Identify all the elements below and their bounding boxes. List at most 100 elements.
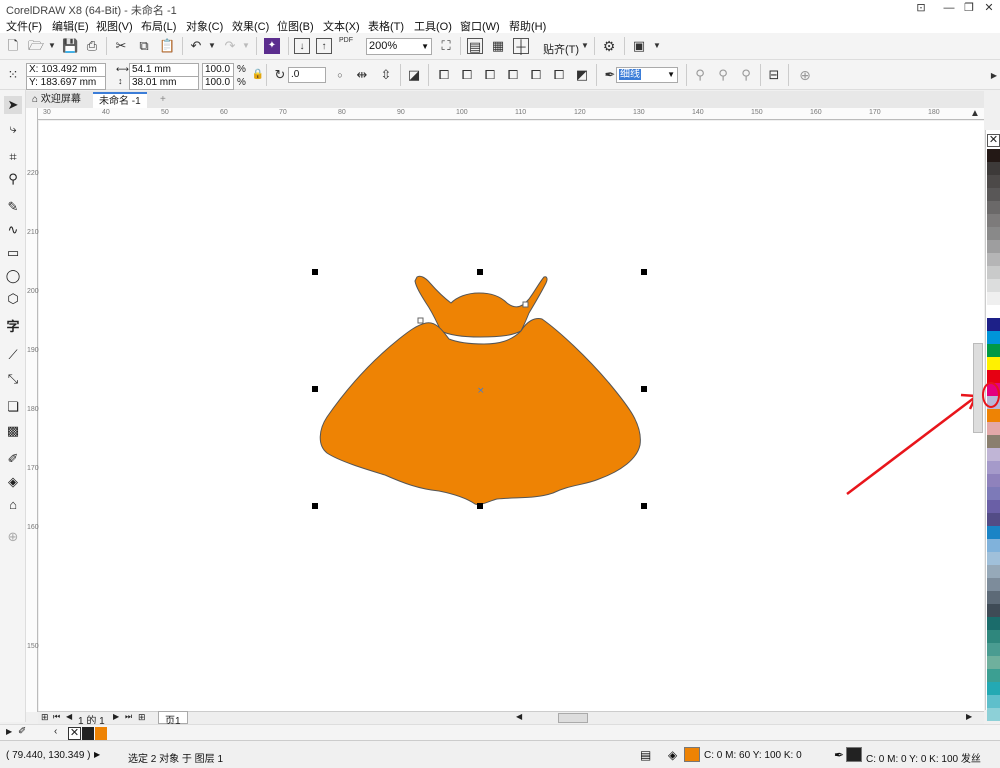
intersect-icon[interactable]: ⧠ [482,67,498,83]
outline-pen-icon[interactable]: ✒ [834,748,844,762]
palette-swatch[interactable] [987,331,1000,344]
palette-swatch[interactable] [987,695,1000,708]
palette-swatch[interactable] [987,669,1000,682]
transparency-tool-icon[interactable]: ▩ [4,422,22,440]
palette-swatch[interactable] [987,591,1000,604]
back-minus-front-icon[interactable]: ⧠ [551,67,567,83]
palette-swatch[interactable] [987,227,1000,240]
show-rulers-icon[interactable]: ▤ [467,38,483,54]
palette-swatch[interactable] [987,422,1000,435]
palette-swatch[interactable] [987,409,1000,422]
simplify-icon[interactable]: ⧠ [505,67,521,83]
palette-swatch[interactable] [987,643,1000,656]
menu-bitmaps[interactable]: 位图(B) [277,18,314,34]
palette-swatch[interactable] [987,149,1000,162]
import-icon[interactable]: ↓ [294,38,310,54]
palette-swatch[interactable] [987,656,1000,669]
eyedropper-icon[interactable]: ✐ [18,726,26,737]
palette-swatch[interactable] [987,630,1000,643]
show-grid-icon[interactable]: ▦ [490,38,506,54]
user-icon[interactable]: ⊡ [908,0,934,17]
to-back-icon[interactable]: ⚲ [738,67,754,83]
vertical-ruler[interactable]: 220 210 200 190 180 170 160 150 [26,108,39,712]
node-handle[interactable] [522,301,529,308]
status-arrow-icon[interactable]: ▶ [94,750,100,759]
weld-icon[interactable]: ⧠ [436,67,452,83]
combine-icon[interactable]: ◪ [406,67,422,83]
connector-tool-icon[interactable]: ⤡ [4,370,22,388]
outline-width-select[interactable]: 细线 ▼ [616,67,678,83]
add-page-after-icon[interactable]: ⊞ [138,712,146,723]
menu-table[interactable]: 表格(T) [368,18,404,34]
lock-ratio-icon[interactable]: 🔒 [250,67,266,83]
interactive-fill-tool-icon[interactable]: ◈ [4,473,22,491]
eyedropper-tool-icon[interactable]: ✐ [4,450,22,468]
new-document-icon[interactable]: 🗋 [5,38,21,54]
no-color-icon[interactable]: ✕ [987,134,1000,147]
doc-no-color-swatch[interactable]: ✕ [68,727,81,740]
selection-handle-tc[interactable] [477,269,483,275]
mirror-horizontal-icon[interactable]: ⇹ [354,67,370,83]
object-origin-icon[interactable]: ⁙ [5,67,21,83]
selection-handle-mr[interactable] [641,386,647,392]
menu-edit[interactable]: 编辑(E) [52,18,89,34]
undo-icon[interactable]: ↶ [188,38,204,54]
zoom-level-select[interactable]: 200% ▼ [366,38,432,55]
vertical-scrollbar-thumb[interactable] [973,343,983,433]
front-minus-back-icon[interactable]: ⧠ [528,67,544,83]
tab-document[interactable]: 未命名 -1 [93,92,147,108]
doc-swatch-orange[interactable] [95,727,107,740]
copy-icon[interactable]: ⧉ [136,38,152,54]
palette-swatch[interactable] [987,500,1000,513]
wrap-text-icon[interactable]: ⚲ [692,67,708,83]
palette-arrow-icon[interactable]: ▶ [6,727,12,736]
next-page-icon[interactable]: ▶ [113,712,119,721]
width-field[interactable]: 54.1 mm [129,63,199,77]
color-proof-icon[interactable]: ▤ [640,748,651,762]
palette-swatch[interactable] [987,448,1000,461]
redo-dropdown-icon[interactable]: ▼ [238,38,254,54]
center-marker-icon[interactable]: × [477,386,485,396]
paste-icon[interactable]: 📋 [159,38,175,54]
open-dropdown-icon[interactable]: ▼ [44,38,60,54]
palette-swatch[interactable] [987,487,1000,500]
rectangle-tool-icon[interactable]: ▭ [4,244,22,262]
palette-swatch[interactable] [987,214,1000,227]
smart-fill-tool-icon[interactable]: ⌂ [4,496,22,514]
options-gear-icon[interactable]: ⚙ [601,38,617,54]
palette-swatch[interactable] [987,162,1000,175]
palette-swatch[interactable] [987,617,1000,630]
menu-tools[interactable]: 工具(O) [414,18,452,34]
palette-swatch[interactable] [987,344,1000,357]
close-button[interactable]: ✕ [976,0,1000,17]
add-icon[interactable]: ⊕ [797,67,813,83]
trim-icon[interactable]: ⧠ [459,67,475,83]
palette-swatch[interactable] [987,539,1000,552]
palette-swatch[interactable] [987,279,1000,292]
page-tab[interactable]: 页1 [158,711,188,727]
palette-swatch[interactable] [987,253,1000,266]
new-tab-icon[interactable]: + [154,92,172,108]
selection-handle-ml[interactable] [312,386,318,392]
pick-tool-icon[interactable]: ➤ [4,96,22,114]
scroll-right-icon[interactable]: ▶ [986,68,1000,84]
text-tool-icon[interactable]: 字 [4,318,22,336]
menu-window[interactable]: 窗口(W) [460,18,500,34]
last-page-icon[interactable]: ⏭ [125,712,132,722]
menu-help[interactable]: 帮助(H) [509,18,546,34]
palette-swatch[interactable] [987,461,1000,474]
palette-swatch[interactable] [987,357,1000,370]
palette-swatch[interactable] [987,474,1000,487]
fill-color-swatch[interactable] [684,747,700,762]
palette-swatch[interactable] [987,435,1000,448]
mirror-vertical-icon[interactable]: ⇳ [378,67,394,83]
selection-handle-bc[interactable] [477,503,483,509]
palette-swatch[interactable] [987,552,1000,565]
publish-pdf-icon[interactable]: PDF [338,37,354,53]
rotation-icon[interactable]: ↻ [272,67,288,83]
shape-tool-icon[interactable]: ⤷ [4,120,22,138]
align-distribute-icon[interactable]: ⊟ [766,67,782,83]
launcher-dropdown-icon[interactable]: ▼ [649,38,665,54]
show-guidelines-icon[interactable]: ┼ [513,38,529,54]
menu-text[interactable]: 文本(X) [323,18,360,34]
